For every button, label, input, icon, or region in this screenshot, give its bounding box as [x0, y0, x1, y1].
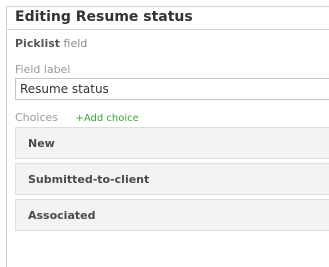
field-label-caption: Field label: [15, 63, 71, 76]
choice-item[interactable]: New: [15, 127, 329, 159]
field-type: Picklist: [15, 37, 61, 50]
field-type-suffix: field: [63, 37, 88, 50]
title-divider: [7, 29, 329, 30]
choice-item[interactable]: Submitted-to-client: [15, 163, 329, 195]
choices-header: Choices +Add choice: [15, 111, 139, 124]
field-label-input[interactable]: [15, 78, 329, 100]
choice-label: New: [28, 137, 55, 150]
field-type-line: Picklist field: [15, 37, 87, 50]
choice-label: Submitted-to-client: [28, 173, 150, 186]
choices-label: Choices: [15, 111, 58, 124]
choice-label: Associated: [28, 209, 96, 222]
panel-title: Editing Resume status: [15, 9, 193, 25]
add-choice-link[interactable]: +Add choice: [76, 113, 139, 124]
edit-field-panel: Editing Resume status Picklist field Fie…: [6, 6, 329, 267]
choice-item[interactable]: Associated: [15, 199, 329, 231]
